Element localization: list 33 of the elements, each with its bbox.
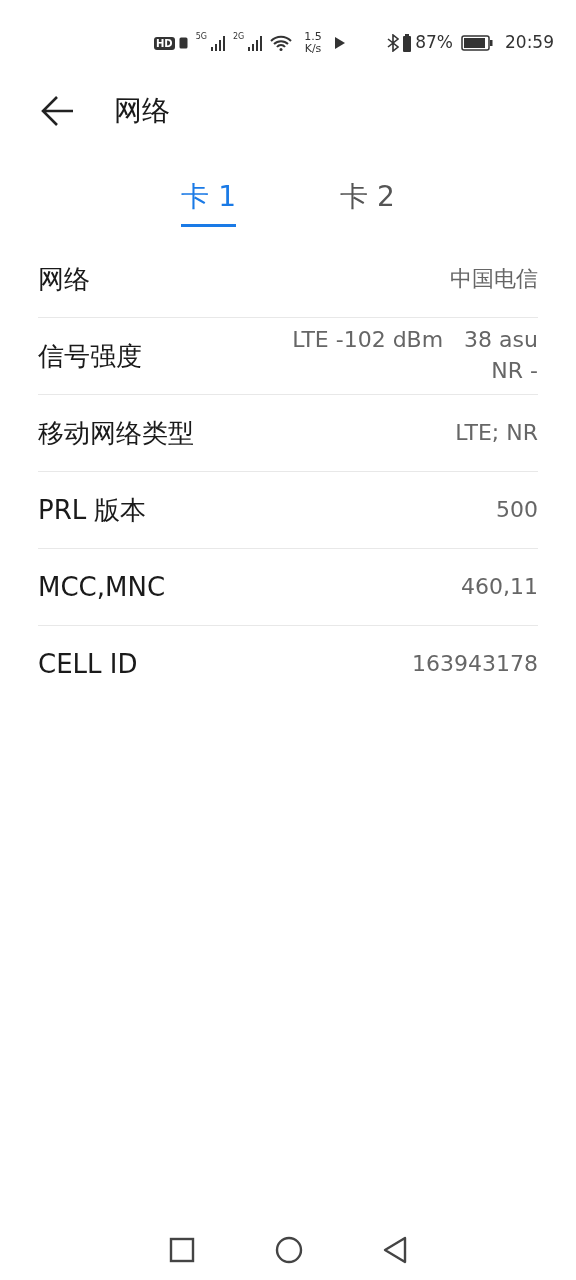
bluetooth-icon <box>387 34 400 52</box>
back-icon[interactable] <box>40 95 74 127</box>
sim-icon <box>178 37 188 49</box>
sim-tab[interactable]: 卡 2 <box>340 176 395 227</box>
play-icon <box>333 36 346 50</box>
row-value: LTE -102 dBm 38 asu NR - <box>292 326 538 385</box>
home-button[interactable] <box>275 1236 303 1264</box>
page-title: 网络 <box>114 93 170 129</box>
battery-percentage: 87% <box>415 31 453 55</box>
battery-icon <box>403 34 412 52</box>
row-value: 163943178 <box>412 650 538 679</box>
network-type-label: 5G <box>195 32 207 41</box>
row-label: MCC,MNC <box>38 570 166 604</box>
recents-button[interactable] <box>169 1237 195 1263</box>
row-value: 500 <box>496 495 538 524</box>
signal-icon <box>248 35 263 51</box>
row-value: 中国电信 <box>450 264 538 293</box>
row-value: 460,11 <box>461 572 538 601</box>
row-label: 信号强度 <box>38 339 142 373</box>
network-speed: 1.5 K/s <box>304 30 322 56</box>
sim-tab[interactable]: 卡 1 <box>181 176 236 227</box>
wifi-icon <box>270 35 293 51</box>
row-label: 移动网络类型 <box>38 416 194 450</box>
row-label: 网络 <box>38 262 90 296</box>
back-button[interactable] <box>383 1236 407 1264</box>
row-label: PRL 版本 <box>38 493 147 527</box>
hd-badge: HD <box>154 36 175 50</box>
row-value: LTE; NR <box>455 418 538 447</box>
network-type-label: 2G <box>232 32 245 41</box>
battery-icon <box>461 35 493 51</box>
row-label: CELL ID <box>38 648 138 681</box>
signal-icon <box>210 35 225 51</box>
clock: 20:59 <box>505 31 554 55</box>
